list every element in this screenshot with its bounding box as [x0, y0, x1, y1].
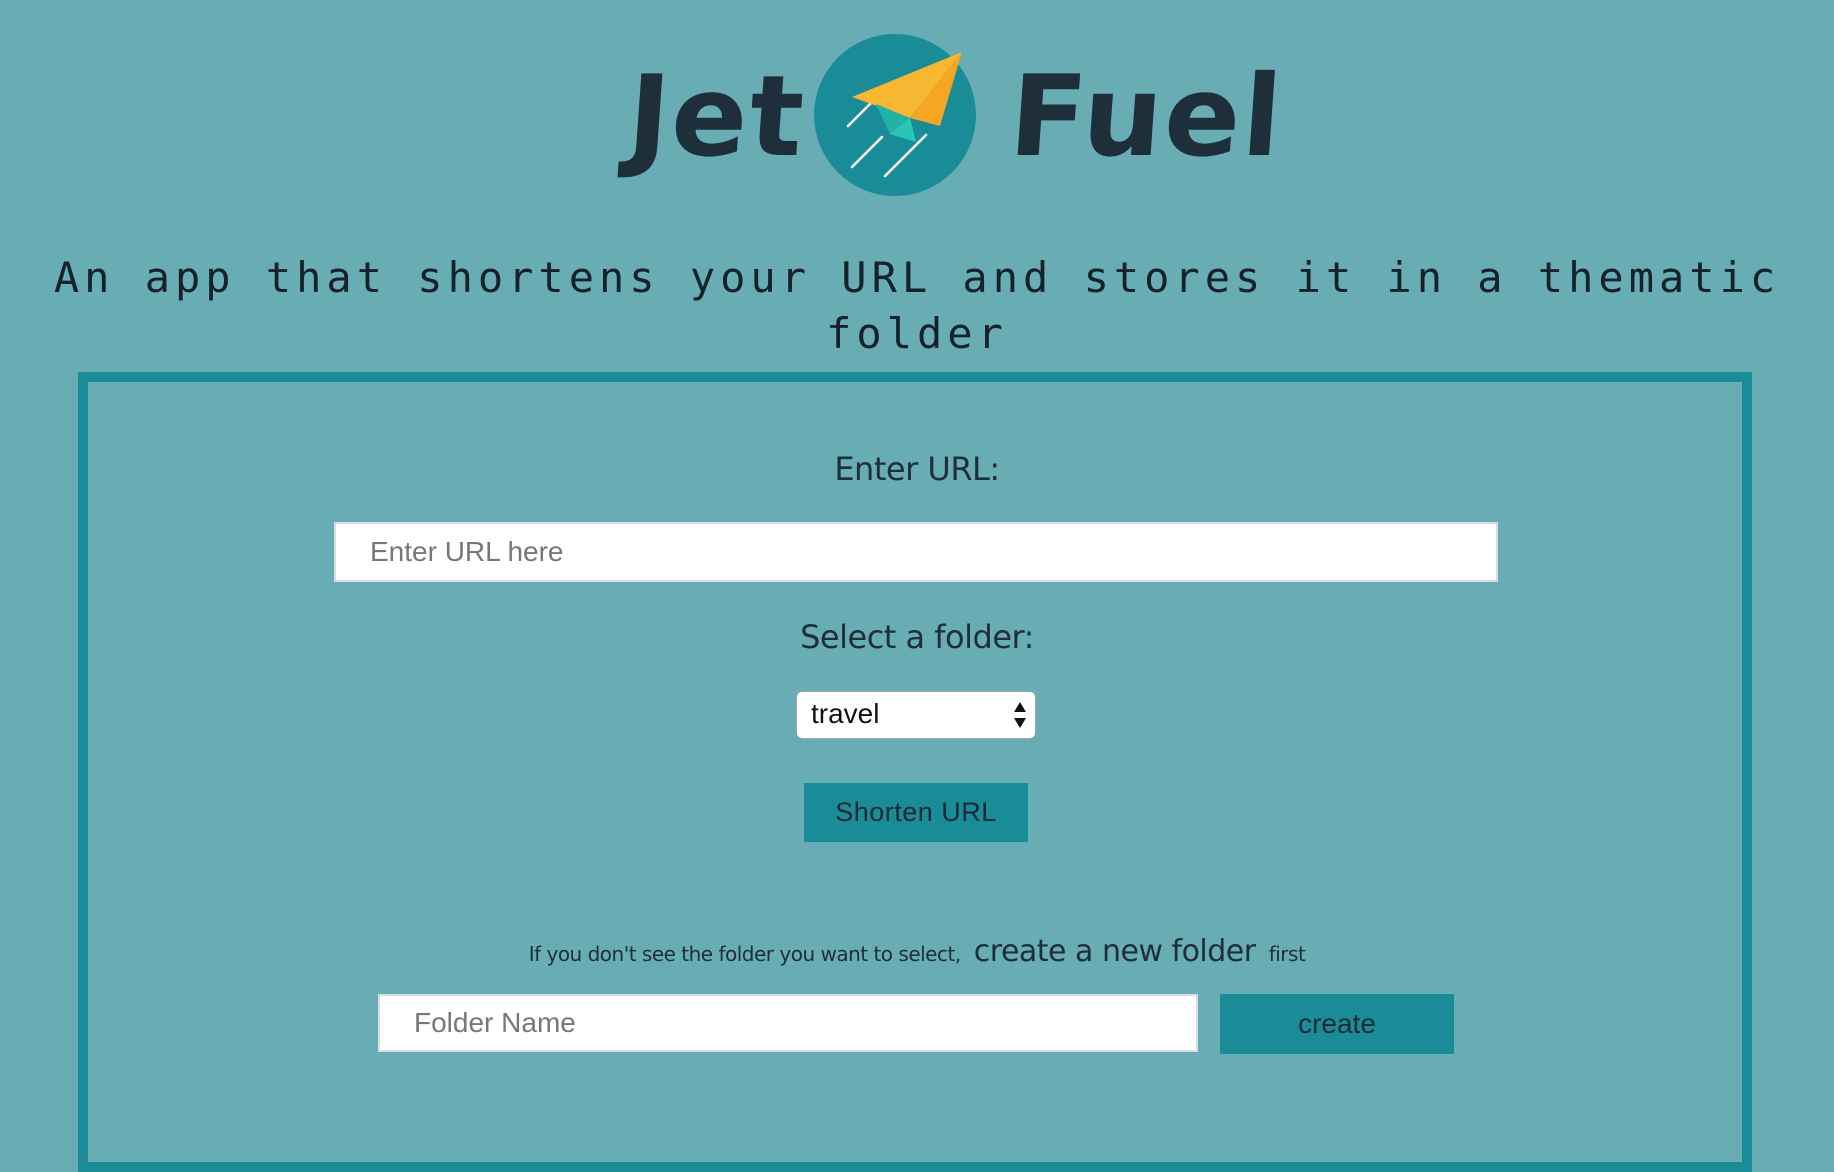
folder-select-label: Select a folder: [800, 618, 1034, 656]
create-folder-link: create a new folder [973, 934, 1256, 969]
paper-plane-icon [814, 34, 976, 196]
url-input[interactable] [334, 522, 1498, 582]
url-label: Enter URL: [834, 450, 1000, 488]
folder-select[interactable]: travel [796, 691, 1036, 739]
folder-select-value: travel [811, 698, 880, 729]
brand-title-left: Jet [623, 52, 810, 182]
shorten-url-button[interactable]: Shorten URL [804, 783, 1028, 842]
tagline: An app that shortens your URL and stores… [53, 253, 1781, 358]
form-panel [78, 372, 1752, 1172]
brand-title-right: Fuel [1005, 52, 1288, 182]
folder-name-input[interactable] [378, 994, 1198, 1052]
new-folder-hint: If you don't see the folder you want to … [0, 934, 1834, 969]
hint-prefix: If you don't see the folder you want to … [528, 942, 962, 966]
select-arrows-icon [1014, 702, 1026, 728]
app-header: Jet Fuel [0, 0, 1834, 215]
create-folder-button[interactable]: create [1220, 994, 1454, 1054]
hint-suffix: first [1268, 942, 1306, 966]
